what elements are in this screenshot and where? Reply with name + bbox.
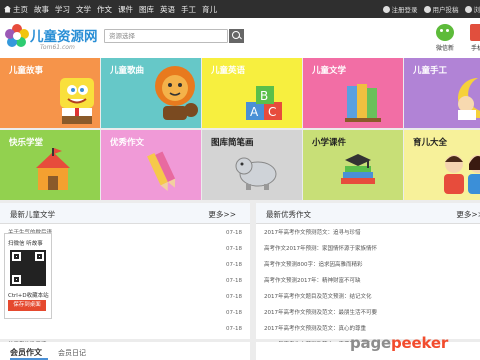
panel-title: 最新儿童文学 <box>10 210 55 219</box>
category-illustration <box>448 74 480 124</box>
category-illustration: ACB <box>244 84 294 126</box>
list-item[interactable]: 高考作文2017年预测：家国情怀源于家族情怀 <box>256 241 480 257</box>
category-illustration <box>436 150 480 198</box>
more-link[interactable]: 更多>> <box>456 209 480 220</box>
qr-code-widget: 扫微信 听故事 Ctrl+D收藏本站 保存到桌面 <box>4 233 52 319</box>
nav-item[interactable]: 图库 <box>135 0 156 18</box>
category-tile[interactable]: 儿童手工 <box>404 58 480 128</box>
register-link[interactable]: 注册登录 <box>382 4 418 14</box>
list-item[interactable]: 2017年高考作文预测范文：追寻与珍惜 <box>256 225 480 241</box>
site-header: 儿童资源网 Tom61.com 资源选择 微信新 手机 <box>0 18 480 58</box>
user-icon <box>382 5 390 13</box>
list-item[interactable]: 高考作文预测2017年：精神财富不可缺 <box>256 273 480 289</box>
nav-item[interactable]: 学习 <box>51 0 72 18</box>
panel-title: 最新优秀作文 <box>266 210 311 219</box>
mobile-link[interactable]: 手机 <box>466 24 480 52</box>
latest-essays-panel: 最新优秀作文 更多>> 2017年高考作文预测范文：追寻与珍惜高考作文2017年… <box>256 203 480 348</box>
category-label: 快乐学堂 <box>9 138 44 148</box>
search-button[interactable] <box>229 29 244 43</box>
member-tabs: 会员作文 会员日记 <box>0 342 250 360</box>
category-tile[interactable]: 儿童故事 <box>0 58 100 128</box>
watermark: pagepeeker <box>350 334 449 352</box>
category-tile[interactable]: 儿童歌曲 <box>101 58 201 128</box>
browse-icon <box>464 5 472 13</box>
submit-link[interactable]: 用户投稿 <box>423 4 459 14</box>
category-label: 图库简笔画 <box>211 138 254 148</box>
nav-item[interactable]: 故事 <box>30 0 51 18</box>
nav-item[interactable]: 手工 <box>177 0 198 18</box>
list-item[interactable]: 高考作文预测800字：追求因高雅而精彩 <box>256 257 480 273</box>
top-navigation-bar: 主页 故事 学习 文学 作文 课件 图库 英语 手工 育儿 注册登录 用户投稿 浏 <box>0 0 480 18</box>
logo-flower-icon[interactable] <box>4 23 30 49</box>
category-label: 儿童英语 <box>211 66 246 76</box>
category-label: 优秀作文 <box>110 138 145 148</box>
home-icon <box>4 5 11 13</box>
nav-item[interactable]: 英语 <box>156 0 177 18</box>
svg-text:B: B <box>260 89 268 103</box>
category-tile[interactable]: 小学课件 <box>303 130 403 200</box>
mobile-icon <box>470 24 480 41</box>
category-illustration <box>32 148 74 194</box>
category-label: 儿童故事 <box>9 66 44 76</box>
category-tile[interactable]: 育儿大全 <box>404 130 480 200</box>
svg-text:C: C <box>268 105 276 119</box>
category-label: 育儿大全 <box>413 138 448 148</box>
nav-item[interactable]: 育儿 <box>198 0 219 18</box>
category-illustration <box>52 72 100 128</box>
category-tile[interactable]: 优秀作文 <box>101 130 201 200</box>
site-logo-subtitle: Tom61.com <box>40 44 75 51</box>
category-tile[interactable]: 快乐学堂 <box>0 130 100 200</box>
tab-member-essays[interactable]: 会员作文 <box>10 347 42 358</box>
category-label: 小学课件 <box>312 138 347 148</box>
search-select[interactable]: 资源选择 <box>104 29 228 43</box>
tab-member-diary[interactable]: 会员日记 <box>58 348 86 358</box>
upload-icon <box>423 5 431 13</box>
qr-code-image <box>10 250 46 286</box>
list-item[interactable]: 2017年高考作文预测及范文：最朋生活不可要 <box>256 305 480 321</box>
nav-item[interactable]: 文学 <box>72 0 93 18</box>
category-illustration <box>141 150 181 196</box>
nav-item[interactable]: 主页 <box>0 0 30 18</box>
svg-text:A: A <box>250 105 259 119</box>
list-item[interactable]: 2017年高考作文题目及范文预测：结记文化 <box>256 289 480 305</box>
list-item[interactable]: 07-18 <box>0 321 250 337</box>
wechat-link[interactable]: 微信新 <box>434 24 456 52</box>
category-illustration <box>232 150 282 194</box>
main-nav: 主页 故事 学习 文学 作文 课件 图库 英语 手工 育儿 <box>0 0 219 18</box>
category-tile[interactable]: 儿童文学 <box>303 58 403 128</box>
browse-link[interactable]: 浏 <box>464 4 480 14</box>
site-logo-text[interactable]: 儿童资源网 <box>30 25 98 45</box>
category-label: 儿童手工 <box>413 66 448 76</box>
category-illustration <box>337 152 379 194</box>
top-links: 注册登录 用户投稿 浏 <box>377 0 480 18</box>
more-link[interactable]: 更多>> <box>208 209 236 220</box>
category-label: 儿童歌曲 <box>110 66 145 76</box>
save-to-desktop-button[interactable]: 保存到桌面 <box>8 300 46 311</box>
category-tile[interactable]: 图库简笔画 <box>202 130 302 200</box>
wechat-icon <box>436 24 454 41</box>
category-illustration <box>147 62 201 126</box>
category-grid: 儿童故事 儿童歌曲 儿童英语 A C B 儿童文学 儿童手工快乐学堂 优秀作文 图库简笔画 小学课件… <box>0 58 480 200</box>
category-tile[interactable]: 儿童英语 A C B <box>202 58 302 128</box>
nav-item[interactable]: 课件 <box>114 0 135 18</box>
category-illustration <box>343 80 383 126</box>
category-label: 儿童文学 <box>312 66 347 76</box>
nav-item[interactable]: 作文 <box>93 0 114 18</box>
